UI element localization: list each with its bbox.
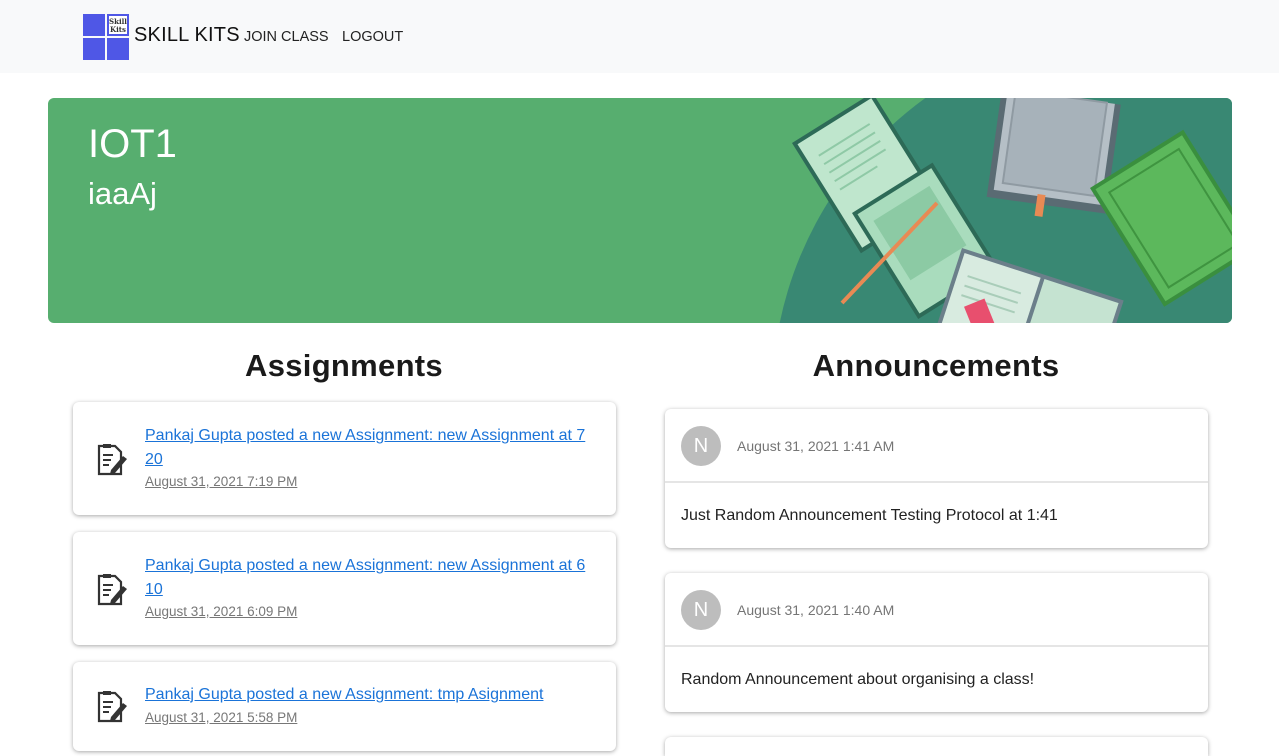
assignments-heading: Assignments: [245, 348, 443, 383]
books-illustration: [779, 98, 1232, 323]
assignment-date[interactable]: August 31, 2021 7:19 PM: [145, 474, 297, 489]
logout-link[interactable]: LOGOUT: [342, 29, 403, 45]
skill-kits-logo[interactable]: Skill Kits: [83, 14, 129, 60]
assignment-link[interactable]: Pankaj Gupta posted a new Assignment: ne…: [145, 554, 600, 602]
announcement-body: Random Announcement about organising a c…: [681, 671, 1035, 688]
logo-text: Skill Kits: [107, 14, 129, 36]
navbar: Skill Kits SKILL KITS JOIN CLASS LOGOUT: [0, 0, 1279, 73]
brand-name[interactable]: SKILL KITS: [134, 24, 240, 47]
avatar: N: [681, 590, 721, 630]
announcement-card: N August 31, 2021 1:41 AM Just Random An…: [665, 409, 1208, 548]
announcement-date: August 31, 2021 1:41 AM: [737, 438, 895, 454]
assignment-date[interactable]: August 31, 2021 5:58 PM: [145, 710, 297, 725]
assignment-card[interactable]: Pankaj Gupta posted a new Assignment: ne…: [73, 532, 616, 645]
announcement-header: N August 31, 2021 1:41 AM: [665, 409, 1208, 483]
assignment-icon: [97, 574, 127, 606]
join-class-link[interactable]: JOIN CLASS: [244, 29, 329, 45]
assignment-link[interactable]: Pankaj Gupta posted a new Assignment: ne…: [145, 424, 600, 472]
announcement-date: August 31, 2021 1:40 AM: [737, 602, 895, 618]
announcement-card: N August 31, 2021 1:40 AM Random Announc…: [665, 573, 1208, 712]
class-code: iaaAj: [88, 176, 157, 211]
assignment-date[interactable]: August 31, 2021 6:09 PM: [145, 604, 297, 619]
assignment-card[interactable]: Pankaj Gupta posted a new Assignment: tm…: [73, 662, 616, 751]
class-title: IOT1: [88, 122, 177, 166]
announcement-header: N August 31, 2021 1:40 AM: [665, 573, 1208, 647]
announcement-body: Just Random Announcement Testing Protoco…: [681, 507, 1058, 524]
assignment-icon: [97, 444, 127, 476]
announcement-card: [665, 737, 1208, 756]
avatar: N: [681, 426, 721, 466]
class-banner: IOT1 iaaAj: [48, 98, 1232, 323]
announcements-heading: Announcements: [812, 348, 1060, 383]
assignment-card[interactable]: Pankaj Gupta posted a new Assignment: ne…: [73, 402, 616, 515]
assignment-link[interactable]: Pankaj Gupta posted a new Assignment: tm…: [145, 683, 600, 707]
assignment-icon: [97, 691, 127, 723]
